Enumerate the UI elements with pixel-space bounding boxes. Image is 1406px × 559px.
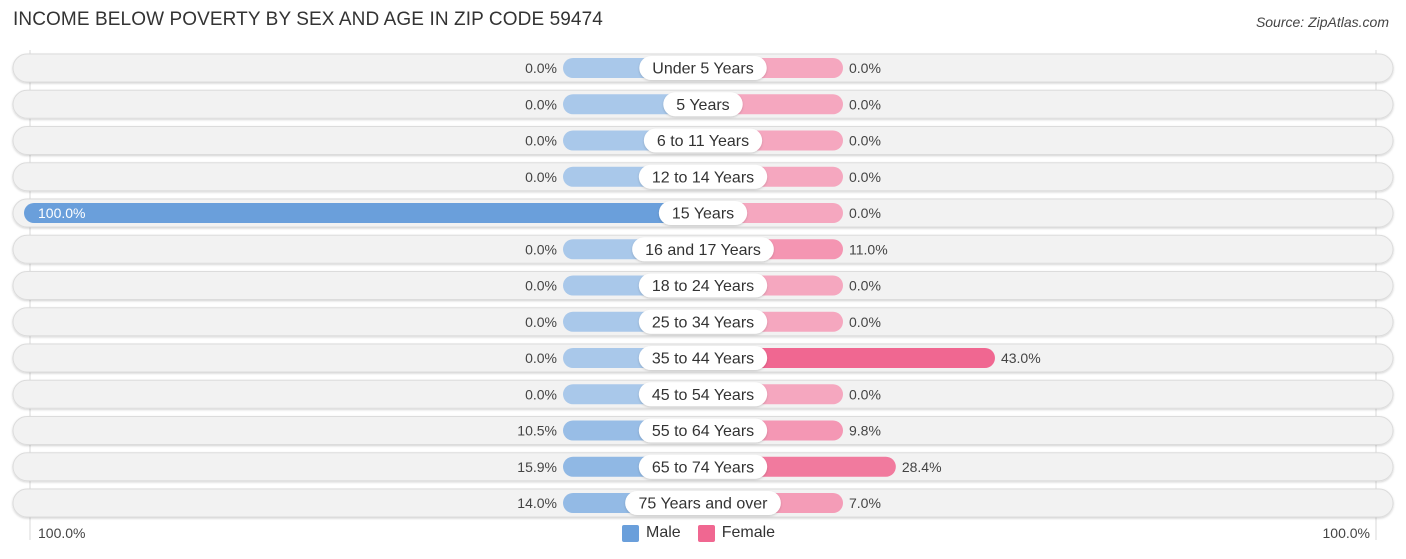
axis-right-label: 100.0% (1322, 525, 1370, 541)
value-label-male: 0.0% (525, 96, 557, 112)
chart-row: 6 to 11 Years 0.0% 0.0% (12, 126, 1394, 155)
value-label-female: 28.4% (902, 459, 942, 475)
value-label-male: 0.0% (525, 133, 557, 149)
category-label: 55 to 64 Years (652, 423, 754, 440)
category-label: 12 to 14 Years (652, 169, 754, 186)
category-label: Under 5 Years (652, 61, 753, 78)
legend-item-male: Male (622, 524, 681, 542)
category-label: 35 to 44 Years (652, 351, 754, 368)
value-label-male: 0.0% (525, 241, 557, 257)
value-label-female: 9.8% (849, 423, 881, 439)
value-label-male: 15.9% (517, 459, 557, 475)
category-label: 15 Years (672, 206, 734, 223)
chart-row: 15 Years 100.0% 0.0% (12, 198, 1394, 228)
value-label-female: 0.0% (849, 60, 881, 76)
value-label-female: 0.0% (849, 278, 881, 294)
value-label-female: 0.0% (849, 386, 881, 402)
category-label: 16 and 17 Years (645, 242, 761, 259)
axis-left-label: 100.0% (38, 525, 86, 541)
value-label-female: 0.0% (849, 205, 881, 221)
chart-row: 5 Years 0.0% 0.0% (12, 89, 1394, 119)
value-label-female: 0.0% (849, 96, 881, 112)
chart-row: 16 and 17 Years 0.0% 11.0% (12, 234, 1394, 264)
legend-label-female: Female (721, 524, 776, 541)
chart-row: 35 to 44 Years 0.0% 43.0% (12, 343, 1394, 373)
chart-row: 55 to 64 Years 10.5% 9.8% (12, 416, 1394, 445)
value-label-male: 0.0% (525, 278, 557, 294)
value-label-female: 0.0% (849, 169, 881, 185)
category-label: 25 to 34 Years (652, 314, 754, 331)
chart-row: 75 Years and over 14.0% 7.0% (12, 488, 1394, 518)
chart-plot: Under 5 Years0.0% 0.0%5 Years0.0% 0.0%6 to… (12, 50, 1394, 540)
legend: Male Female (622, 524, 792, 542)
category-label: 6 to 11 Years (657, 133, 749, 150)
value-label-male: 14.0% (517, 495, 557, 511)
value-label-male: 0.0% (525, 314, 557, 330)
value-label-female: 0.0% (849, 314, 881, 330)
value-label-male: 0.0% (525, 60, 557, 76)
value-label-male: 0.0% (525, 350, 557, 366)
value-label-male: 100.0% (38, 205, 85, 221)
chart-row: 45 to 54 Years 0.0% 0.0% (12, 379, 1394, 409)
chart-row: 65 to 74 Years 15.9% 28.4% (12, 452, 1394, 482)
value-label-male: 0.0% (525, 386, 557, 402)
value-label-female: 11.0% (849, 241, 888, 257)
legend-swatch-female (697, 524, 715, 542)
chart-row: 18 to 24 Years 0.0% 0.0% (12, 271, 1394, 300)
value-label-female: 43.0% (1001, 350, 1041, 366)
legend-item-female: Female (697, 524, 776, 542)
category-label: 5 Years (676, 97, 729, 114)
legend-swatch-male (622, 524, 639, 542)
bar-male (24, 203, 703, 223)
category-label: 65 to 74 Years (652, 459, 754, 476)
chart-row: Under 5 Years 0.0% 0.0% (12, 53, 1394, 83)
category-label: 45 to 54 Years (652, 387, 754, 404)
value-label-female: 0.0% (849, 133, 881, 149)
value-label-male: 10.5% (517, 423, 557, 439)
chart-row: 25 to 34 Years 0.0% 0.0% (12, 307, 1394, 337)
chart-row: 12 to 14 Years 0.0% 0.0% (12, 162, 1394, 192)
category-label: 75 Years and over (639, 496, 769, 513)
value-label-male: 0.0% (525, 169, 557, 185)
value-label-female: 7.0% (849, 495, 881, 511)
category-label: 18 to 24 Years (652, 278, 754, 295)
legend-label-male: Male (646, 524, 681, 541)
